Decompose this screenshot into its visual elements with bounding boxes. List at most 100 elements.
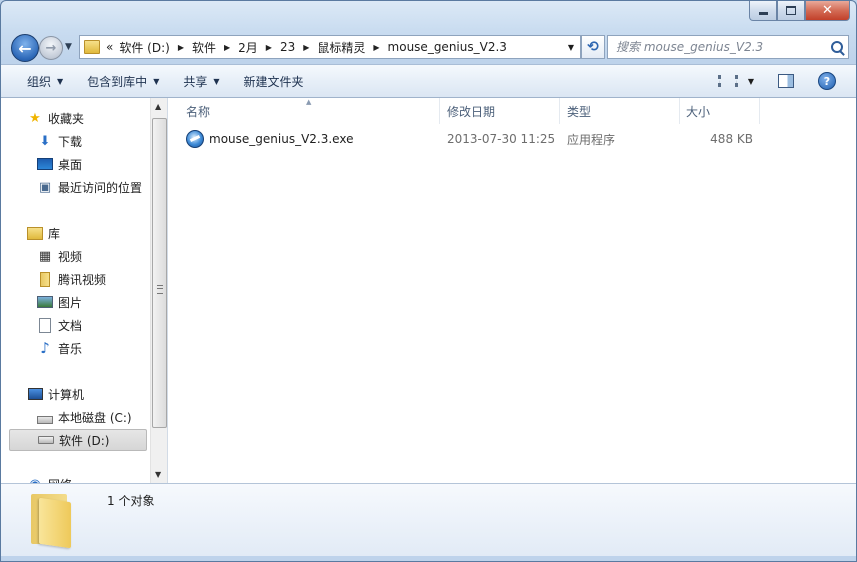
sidebar-item-label: 视频 — [58, 249, 83, 264]
sidebar-item-label: 本地磁盘 (C:) — [58, 410, 132, 425]
sidebar-item-computer[interactable]: 计算机 — [27, 383, 84, 405]
address-dropdown-icon[interactable]: ▼ — [568, 43, 574, 52]
share-button[interactable]: 共享 ▼ — [171, 68, 231, 94]
column-header-type[interactable]: 类型 — [560, 98, 680, 124]
item-count: 1 个对象 — [107, 494, 155, 508]
desktop-icon — [37, 156, 53, 172]
forward-button[interactable]: → — [39, 36, 63, 60]
sidebar-item-documents[interactable]: 文档 — [37, 314, 82, 336]
breadcrumb: 软件 (D:) ▶ 软件 ▶ 2月 ▶ 23 ▶ 鼠标精灵 ▶ mouse_genius_… — [119, 39, 507, 56]
windows-drive-icon — [37, 409, 53, 425]
column-header-modified[interactable]: 修改日期 — [440, 98, 560, 124]
minimize-icon — [758, 12, 768, 15]
file-name-cell: mouse_genius_V2.3.exe — [186, 128, 353, 150]
sidebar-item-pictures[interactable]: 图片 — [37, 291, 82, 313]
folder-icon — [37, 271, 53, 287]
chevron-down-icon: ▼ — [153, 76, 160, 86]
sidebar-item-label: 最近访问的位置 — [58, 180, 143, 195]
column-header-size[interactable]: 大小 — [680, 98, 760, 124]
views-dropdown-icon[interactable]: ▼ — [748, 77, 754, 86]
file-size: 488 KB — [710, 132, 753, 146]
back-button[interactable]: ← — [11, 34, 39, 62]
refresh-icon: ⟲ — [587, 39, 599, 55]
column-header-name[interactable]: 名称 — [168, 98, 440, 124]
column-header-label: 名称 — [186, 104, 211, 119]
change-view-icon[interactable] — [717, 75, 738, 87]
sidebar-item-recent-places[interactable]: ▣ 最近访问的位置 — [37, 176, 142, 198]
sidebar-item-favorites[interactable]: ★ 收藏夹 — [27, 107, 84, 129]
view-controls: ▼ ? — [717, 72, 836, 90]
search-input[interactable] — [608, 39, 828, 55]
documents-icon — [37, 317, 53, 333]
caption-buttons: ✕ — [749, 1, 850, 21]
column-header-label: 类型 — [567, 104, 592, 119]
sidebar-item-tencent-video[interactable]: 腾讯视频 — [37, 268, 106, 290]
sidebar-item-libraries[interactable]: 库 — [27, 222, 60, 244]
maximize-icon — [786, 6, 796, 15]
organize-label: 组织 — [27, 74, 52, 89]
breadcrumb-item[interactable]: 2月 — [238, 39, 258, 56]
download-folder-icon: ⬇ — [39, 133, 51, 149]
sidebar-item-label: 计算机 — [48, 387, 85, 402]
details-pane: 1 个对象 — [1, 483, 856, 556]
breadcrumb-item[interactable]: 23 — [280, 40, 295, 54]
file-type: 应用程序 — [567, 132, 616, 147]
address-bar[interactable]: « 软件 (D:) ▶ 软件 ▶ 2月 ▶ 23 ▶ 鼠标精灵 ▶ mouse_geniu… — [79, 35, 581, 59]
sidebar-item-music[interactable]: ♪ 音乐 — [37, 337, 82, 359]
help-icon[interactable]: ? — [818, 72, 836, 90]
sidebar-item-software-d[interactable]: 软件 (D:) — [9, 429, 147, 451]
recent-pages-dropdown-icon[interactable]: ▼ — [65, 42, 72, 52]
sidebar-item-local-disk-c[interactable]: 本地磁盘 (C:) — [37, 406, 132, 428]
breadcrumb-item[interactable]: 鼠标精灵 — [317, 39, 365, 56]
breadcrumb-arrow-icon[interactable]: ▶ — [178, 43, 184, 52]
sidebar-item-label: 图片 — [58, 295, 83, 310]
file-list: ▲ 名称 修改日期 类型 大小 mouse_genius_V2.3.exe 20… — [168, 98, 856, 483]
scrollbar-thumb[interactable] — [152, 118, 167, 428]
scroll-down-icon[interactable]: ▼ — [155, 470, 161, 479]
scroll-up-icon[interactable]: ▲ — [155, 102, 161, 111]
search-icon[interactable] — [831, 41, 843, 53]
sidebar-item-label: 桌面 — [58, 157, 83, 172]
breadcrumb-item[interactable]: 软件 (D:) — [119, 39, 169, 56]
sidebar-item-label: 软件 (D:) — [59, 433, 110, 448]
network-icon: ◉ — [27, 476, 43, 484]
new-folder-button[interactable]: 新建文件夹 — [232, 68, 316, 94]
organize-button[interactable]: 组织 ▼ — [15, 68, 75, 94]
sidebar-item-downloads[interactable]: ⬇ 下载 — [37, 130, 82, 152]
maximize-button[interactable] — [777, 1, 805, 21]
breadcrumb-arrow-icon[interactable]: ▶ — [303, 43, 309, 52]
pictures-icon — [37, 294, 53, 310]
back-arrow-icon: ← — [18, 38, 32, 58]
sidebar-item-desktop[interactable]: 桌面 — [37, 153, 82, 175]
file-name: mouse_genius_V2.3.exe — [209, 132, 354, 146]
navigation-pane: ★ 收藏夹 ⬇ 下载 桌面 ▣ 最近访问的位置 库 ▦ 视频 腾讯视频 图片 文档 ♪ 音… — [1, 98, 168, 483]
table-row[interactable]: mouse_genius_V2.3.exe 2013-07-30 11:25 应… — [168, 128, 856, 150]
breadcrumb-item[interactable]: 软件 — [192, 39, 216, 56]
sidebar-item-network[interactable]: ◉ 网络 — [27, 473, 72, 484]
close-icon: ✕ — [822, 3, 833, 18]
breadcrumb-arrow-icon[interactable]: ▶ — [224, 43, 230, 52]
chevron-down-icon: ▼ — [213, 76, 220, 86]
navigation-bar: ← → ▼ « 软件 (D:) ▶ 软件 ▶ 2月 ▶ 23 ▶ 鼠标精灵 ▶ mouse… — [9, 34, 849, 62]
libraries-icon — [27, 225, 43, 241]
column-header-label: 大小 — [686, 104, 711, 119]
breadcrumb-arrow-icon[interactable]: ▶ — [266, 43, 272, 52]
application-icon — [186, 130, 204, 148]
close-button[interactable]: ✕ — [805, 1, 850, 21]
breadcrumb-item[interactable]: mouse_genius_V2.3 — [388, 40, 507, 54]
minimize-button[interactable] — [749, 1, 777, 21]
sidebar-item-label: 腾讯视频 — [58, 272, 107, 287]
include-in-library-button[interactable]: 包含到库中 ▼ — [75, 68, 171, 94]
preview-pane-icon[interactable] — [778, 74, 794, 88]
sidebar-item-label: 库 — [48, 226, 61, 241]
sidebar-item-label: 下载 — [58, 134, 83, 149]
breadcrumb-arrow-icon[interactable]: ▶ — [373, 43, 379, 52]
breadcrumb-overflow[interactable]: « — [106, 40, 113, 54]
share-label: 共享 — [183, 74, 208, 89]
search-box[interactable] — [607, 35, 849, 59]
navigation-pane-scrollbar[interactable]: ▲ ▼ — [150, 98, 167, 483]
video-icon: ▦ — [38, 248, 52, 264]
scrollbar-grip-icon — [157, 285, 163, 294]
refresh-button[interactable]: ⟲ — [581, 35, 605, 59]
sidebar-item-videos[interactable]: ▦ 视频 — [37, 245, 82, 267]
